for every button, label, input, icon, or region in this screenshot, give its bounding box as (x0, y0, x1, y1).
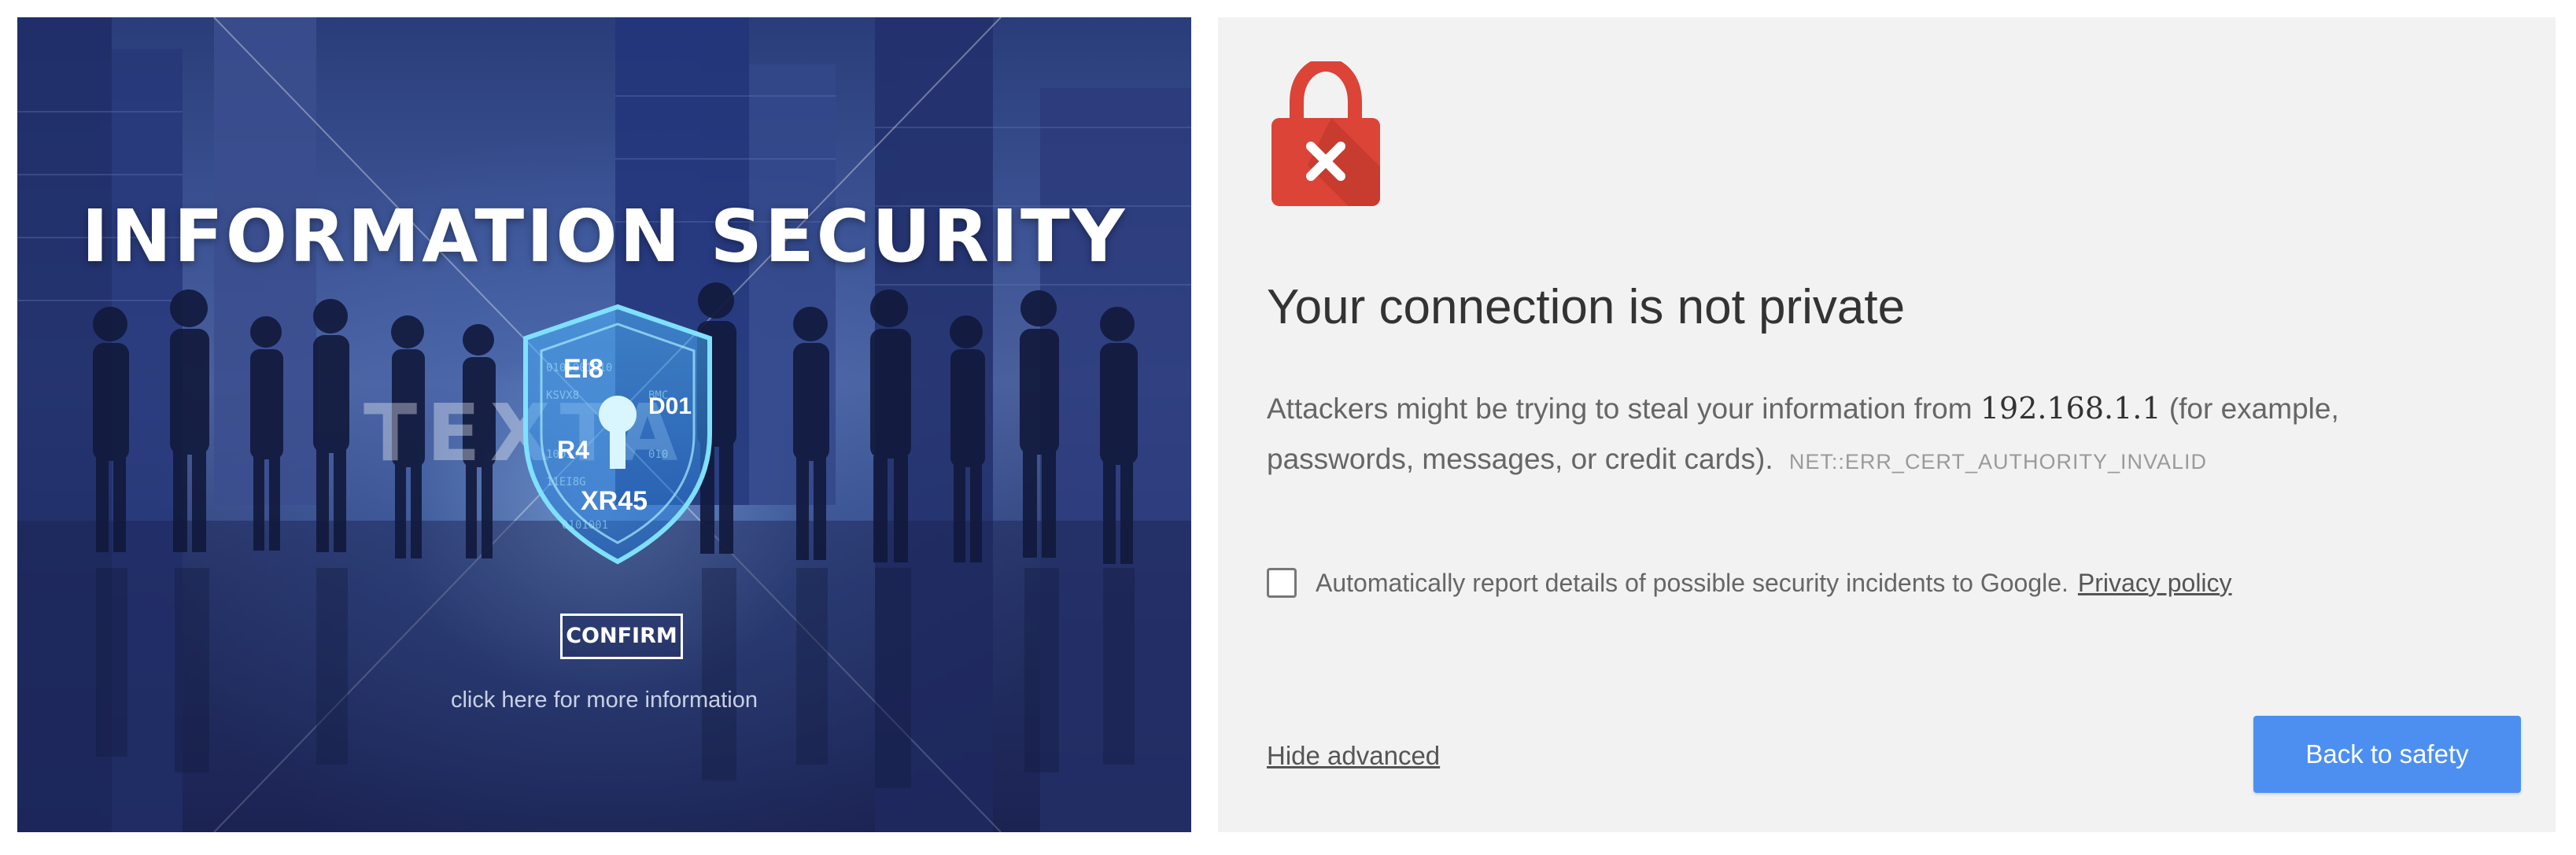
shield-glyph-2: D01 (648, 393, 692, 419)
shield-glyph-3: R4 (557, 436, 589, 464)
error-description: Attackers might be trying to steal your … (1267, 383, 2478, 487)
shield-glyph-1: EI8 (563, 354, 604, 384)
hide-advanced-link[interactable]: Hide advanced (1267, 741, 1440, 771)
more-info-link[interactable]: click here for more information (17, 687, 1191, 713)
ssl-warning-page: Your connection is not private Attackers… (1218, 17, 2556, 832)
back-to-safety-button[interactable]: Back to safety (2253, 716, 2521, 793)
error-code: NET::ERR_CERT_AUTHORITY_INVALID (1788, 450, 2208, 474)
svg-text:11EI8G: 11EI8G (546, 476, 586, 488)
screenshot-canvas: TEXTA INFORMATION SECURITY 0101001010 KS… (0, 0, 2576, 855)
report-label: Automatically report details of possible… (1316, 568, 2069, 597)
svg-text:0101001: 0101001 (562, 519, 608, 532)
svg-text:KSVX8: KSVX8 (546, 389, 579, 402)
confirm-button[interactable]: CONFIRM (560, 614, 683, 659)
privacy-policy-link[interactable]: Privacy policy (2078, 569, 2232, 598)
svg-text:010: 010 (648, 448, 668, 461)
shield-keyhole-icon: 0101001010 KSVX8 BMC 1001 010 11EI8G 010… (515, 300, 721, 568)
report-option: Automatically report details of possible… (1267, 568, 2232, 598)
report-checkbox[interactable] (1267, 568, 1297, 598)
security-banner-image: TEXTA INFORMATION SECURITY 0101001010 KS… (17, 17, 1191, 832)
description-prefix: Attackers might be trying to steal your … (1267, 392, 1973, 425)
shield-glyph-4: XR45 (581, 486, 648, 516)
lock-error-icon (1267, 57, 1385, 211)
page-title: Your connection is not private (1267, 280, 1906, 334)
banner-title: INFORMATION SECURITY (81, 194, 1127, 278)
host-address: 192.168.1.1 (1980, 391, 2161, 426)
